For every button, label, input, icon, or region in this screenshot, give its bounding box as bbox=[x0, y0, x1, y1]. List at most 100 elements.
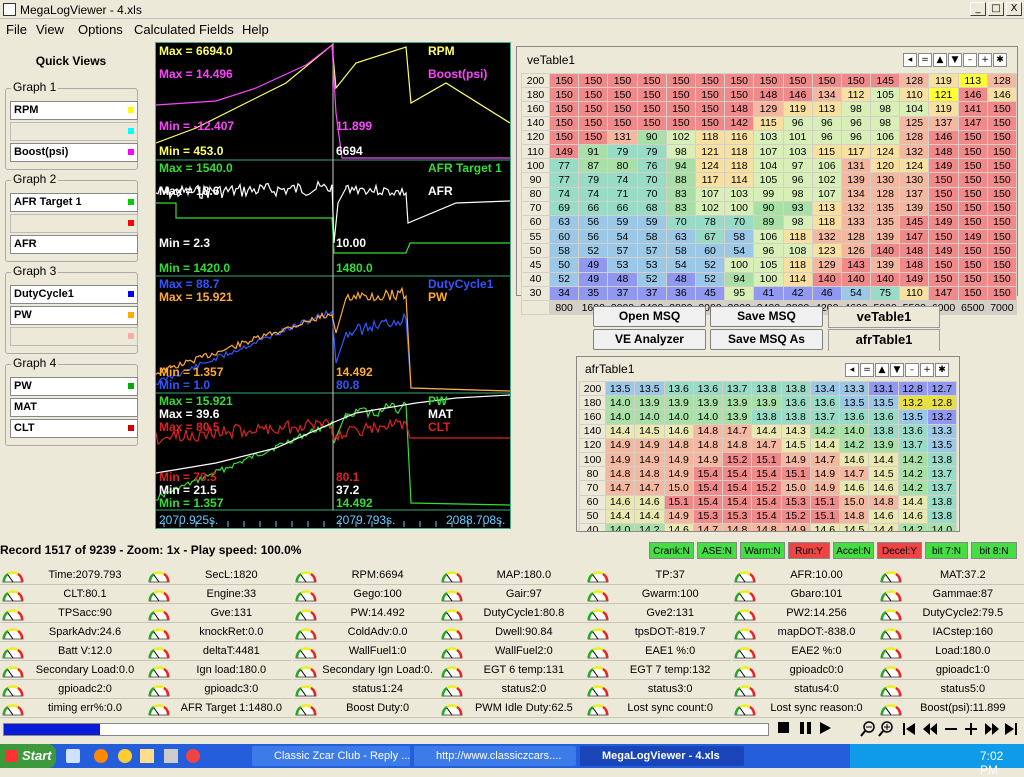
afr-cell[interactable]: 15.4 bbox=[721, 466, 753, 482]
ve-cell[interactable]: 150 bbox=[957, 257, 988, 273]
ve-cell[interactable]: 150 bbox=[753, 72, 784, 89]
afr-cell[interactable]: 15.1 bbox=[780, 466, 811, 482]
ve-cell[interactable]: 137 bbox=[899, 186, 930, 202]
gauge[interactable]: status4:0 bbox=[731, 680, 878, 699]
ve-cell[interactable]: 58 bbox=[724, 229, 755, 245]
gauge[interactable]: MAP:180.0 bbox=[438, 566, 585, 585]
gauge[interactable]: gpioadc1:0 bbox=[877, 661, 1024, 680]
ve-cell[interactable]: 96 bbox=[753, 243, 784, 259]
afr-cell[interactable]: 14.9 bbox=[809, 466, 841, 482]
afr-cell[interactable]: 15.2 bbox=[780, 508, 811, 524]
quicklaunch-firefox-icon[interactable] bbox=[94, 749, 108, 763]
afr-cell[interactable]: 14.2 bbox=[897, 480, 928, 496]
ve-cell[interactable]: 96 bbox=[840, 115, 872, 131]
ve-cell[interactable]: 71 bbox=[607, 186, 638, 202]
ve-cell[interactable]: 135 bbox=[870, 200, 901, 216]
ve-cell[interactable]: 150 bbox=[665, 101, 696, 117]
ve-cell[interactable]: 150 bbox=[986, 158, 1018, 174]
afr-cell[interactable]: 12.7 bbox=[926, 380, 958, 397]
ve-cell[interactable]: 148 bbox=[753, 87, 784, 103]
ve-cell[interactable]: 34 bbox=[548, 285, 580, 302]
ve-cell[interactable]: 78 bbox=[694, 214, 726, 231]
gauge[interactable]: TP:37 bbox=[585, 566, 732, 585]
ve-cell[interactable]: 98 bbox=[840, 101, 872, 117]
ve-cell[interactable]: 57 bbox=[607, 243, 638, 259]
graph-slot[interactable] bbox=[10, 327, 138, 346]
afr-cell[interactable]: 15.1 bbox=[751, 451, 782, 468]
afr-cell[interactable]: 14.9 bbox=[780, 451, 811, 468]
ve-cell[interactable]: 150 bbox=[957, 143, 988, 160]
ve-cell[interactable]: 149 bbox=[928, 243, 959, 259]
ve-cell[interactable]: 132 bbox=[899, 143, 930, 160]
ve-cell[interactable]: 37 bbox=[607, 285, 638, 302]
table-tool-icon[interactable]: = bbox=[918, 53, 932, 67]
ve-cell[interactable]: 150 bbox=[986, 200, 1018, 216]
ve-cell[interactable]: 48 bbox=[607, 271, 638, 287]
ve-cell[interactable]: 126 bbox=[840, 243, 872, 259]
afr-cell[interactable]: 13.5 bbox=[634, 380, 665, 397]
ve-cell[interactable]: 150 bbox=[957, 214, 988, 231]
gauge[interactable]: deltaT:4481 bbox=[146, 642, 293, 661]
afr-cell[interactable]: 14.2 bbox=[897, 522, 928, 531]
ve-cell[interactable]: 150 bbox=[986, 243, 1018, 259]
ve-cell[interactable]: 142 bbox=[724, 115, 755, 131]
ve-cell[interactable]: 132 bbox=[840, 200, 872, 216]
ve-cell[interactable]: 150 bbox=[928, 257, 959, 273]
ve-cell[interactable]: 121 bbox=[928, 87, 959, 103]
gauge[interactable]: gpioadc3:0 bbox=[146, 680, 293, 699]
ve-cell[interactable]: 128 bbox=[870, 186, 901, 202]
afr-cell[interactable]: 14.9 bbox=[634, 451, 665, 468]
ve-cell[interactable]: 94 bbox=[665, 158, 696, 174]
ve-cell[interactable]: 70 bbox=[724, 214, 755, 231]
gauge[interactable]: Engine:33 bbox=[146, 585, 293, 604]
afr-cell[interactable]: 15.4 bbox=[751, 508, 782, 524]
afr-cell[interactable]: 13.6 bbox=[809, 395, 841, 411]
afr-cell[interactable]: 14.6 bbox=[604, 494, 636, 510]
ve-cell[interactable]: 150 bbox=[548, 101, 580, 117]
graph-slot[interactable]: PW bbox=[10, 377, 138, 396]
ve-cell[interactable]: 106 bbox=[753, 229, 784, 245]
table-tool-icon[interactable]: + bbox=[920, 363, 934, 377]
tab-vetable1[interactable]: veTable1 bbox=[828, 306, 940, 328]
afr-cell[interactable]: 14.9 bbox=[780, 522, 811, 531]
afr-cell[interactable]: 14.8 bbox=[692, 437, 724, 453]
gauge[interactable]: CLT:80.1 bbox=[0, 585, 146, 604]
plus-icon[interactable] bbox=[964, 722, 978, 736]
ve-cell[interactable]: 59 bbox=[636, 214, 667, 231]
afr-cell[interactable]: 13.3 bbox=[926, 423, 958, 439]
ve-cell[interactable]: 49 bbox=[578, 271, 609, 287]
quicklaunch-folder-icon[interactable] bbox=[140, 749, 154, 763]
rewind-icon[interactable] bbox=[922, 722, 938, 736]
open-msq-button[interactable]: Open MSQ bbox=[593, 306, 706, 327]
ve-cell[interactable]: 119 bbox=[782, 101, 813, 117]
afr-cell[interactable]: 14.9 bbox=[663, 508, 694, 524]
ve-cell[interactable]: 105 bbox=[753, 257, 784, 273]
table-tool-icon[interactable]: ▲ bbox=[933, 53, 947, 67]
ve-cell[interactable]: 87 bbox=[578, 158, 609, 174]
menu-options[interactable]: Options bbox=[78, 22, 123, 37]
afr-cell[interactable]: 14.7 bbox=[634, 480, 665, 496]
ve-cell[interactable]: 96 bbox=[811, 129, 842, 145]
ve-cell[interactable]: 118 bbox=[724, 143, 755, 160]
ve-cell[interactable]: 150 bbox=[782, 72, 813, 89]
afr-cell[interactable]: 14.2 bbox=[897, 451, 928, 468]
ve-cell[interactable]: 107 bbox=[811, 186, 842, 202]
afr-cell[interactable]: 13.8 bbox=[926, 494, 958, 510]
afr-cell[interactable]: 14.2 bbox=[809, 423, 841, 439]
gauge[interactable]: EGT 7 temp:132 bbox=[585, 661, 732, 680]
ve-cell[interactable]: 45 bbox=[694, 285, 726, 302]
gauge[interactable]: timing err%:0.0 bbox=[0, 699, 146, 718]
afr-cell[interactable]: 15.4 bbox=[751, 494, 782, 510]
afr-cell[interactable]: 15.4 bbox=[721, 494, 753, 510]
graph-slot[interactable] bbox=[10, 214, 138, 233]
quicklaunch-media-icon[interactable] bbox=[186, 749, 200, 763]
gauge[interactable]: PW:14.492 bbox=[292, 604, 439, 623]
afr-cell[interactable]: 13.8 bbox=[780, 380, 811, 397]
ve-cell[interactable]: 74 bbox=[548, 186, 580, 202]
gauge[interactable]: DutyCycle1:80.8 bbox=[438, 604, 585, 623]
gauge[interactable]: WallFuel2:0 bbox=[438, 642, 585, 661]
afr-cell[interactable]: 14.4 bbox=[868, 522, 899, 531]
ve-analyzer-button[interactable]: VE Analyzer bbox=[593, 329, 706, 350]
ve-cell[interactable]: 54 bbox=[607, 229, 638, 245]
ve-cell[interactable]: 150 bbox=[928, 200, 959, 216]
